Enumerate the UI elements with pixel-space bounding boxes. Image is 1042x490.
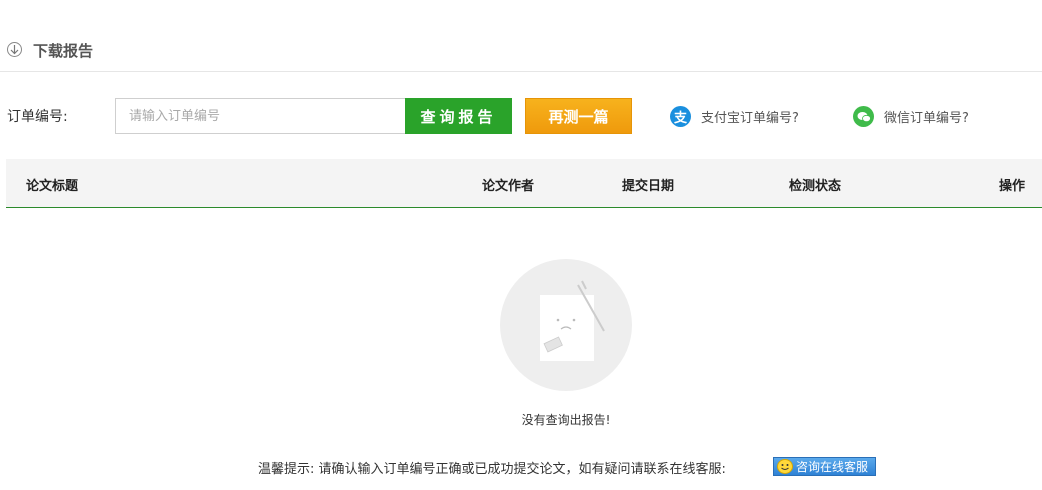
online-service-label: 咨询在线客服 [796,460,869,474]
column-header-date: 提交日期 [622,179,675,194]
page-title: 下载报告 [33,42,94,60]
retest-button[interactable]: 再测一篇 [525,98,632,134]
report-table-header: 论文标题 论文作者 提交日期 检测状态 操作 [6,159,1042,208]
smiley-icon [777,459,793,474]
alipay-order-help-label: 支付宝订单编号? [701,111,799,126]
wechat-icon [853,106,874,127]
order-number-input[interactable] [115,98,406,134]
column-header-author: 论文作者 [482,179,535,194]
query-report-button[interactable]: 查询报告 [405,98,512,134]
column-header-actions: 操作 [999,179,1026,194]
help-tip: 温馨提示: 请确认输入订单编号正确或已成功提交论文，如有疑问请联系在线客服: [258,462,726,477]
section-header: 下载报告 [0,36,1042,72]
online-service-button[interactable]: 咨询在线客服 [773,457,876,476]
order-number-label: 订单编号: [7,109,68,125]
empty-state-illustration [500,259,632,391]
alipay-icon: 支 [670,106,691,127]
wechat-order-help-link[interactable]: 微信订单编号? [853,106,969,127]
download-icon [7,42,22,57]
alipay-order-help-link[interactable]: 支 支付宝订单编号? [670,106,799,127]
empty-document-icon [540,280,605,361]
column-header-title: 论文标题 [26,179,79,194]
column-header-status: 检测状态 [789,179,842,194]
empty-state-message: 没有查询出报告! [521,413,611,427]
wechat-order-help-label: 微信订单编号? [884,111,969,126]
